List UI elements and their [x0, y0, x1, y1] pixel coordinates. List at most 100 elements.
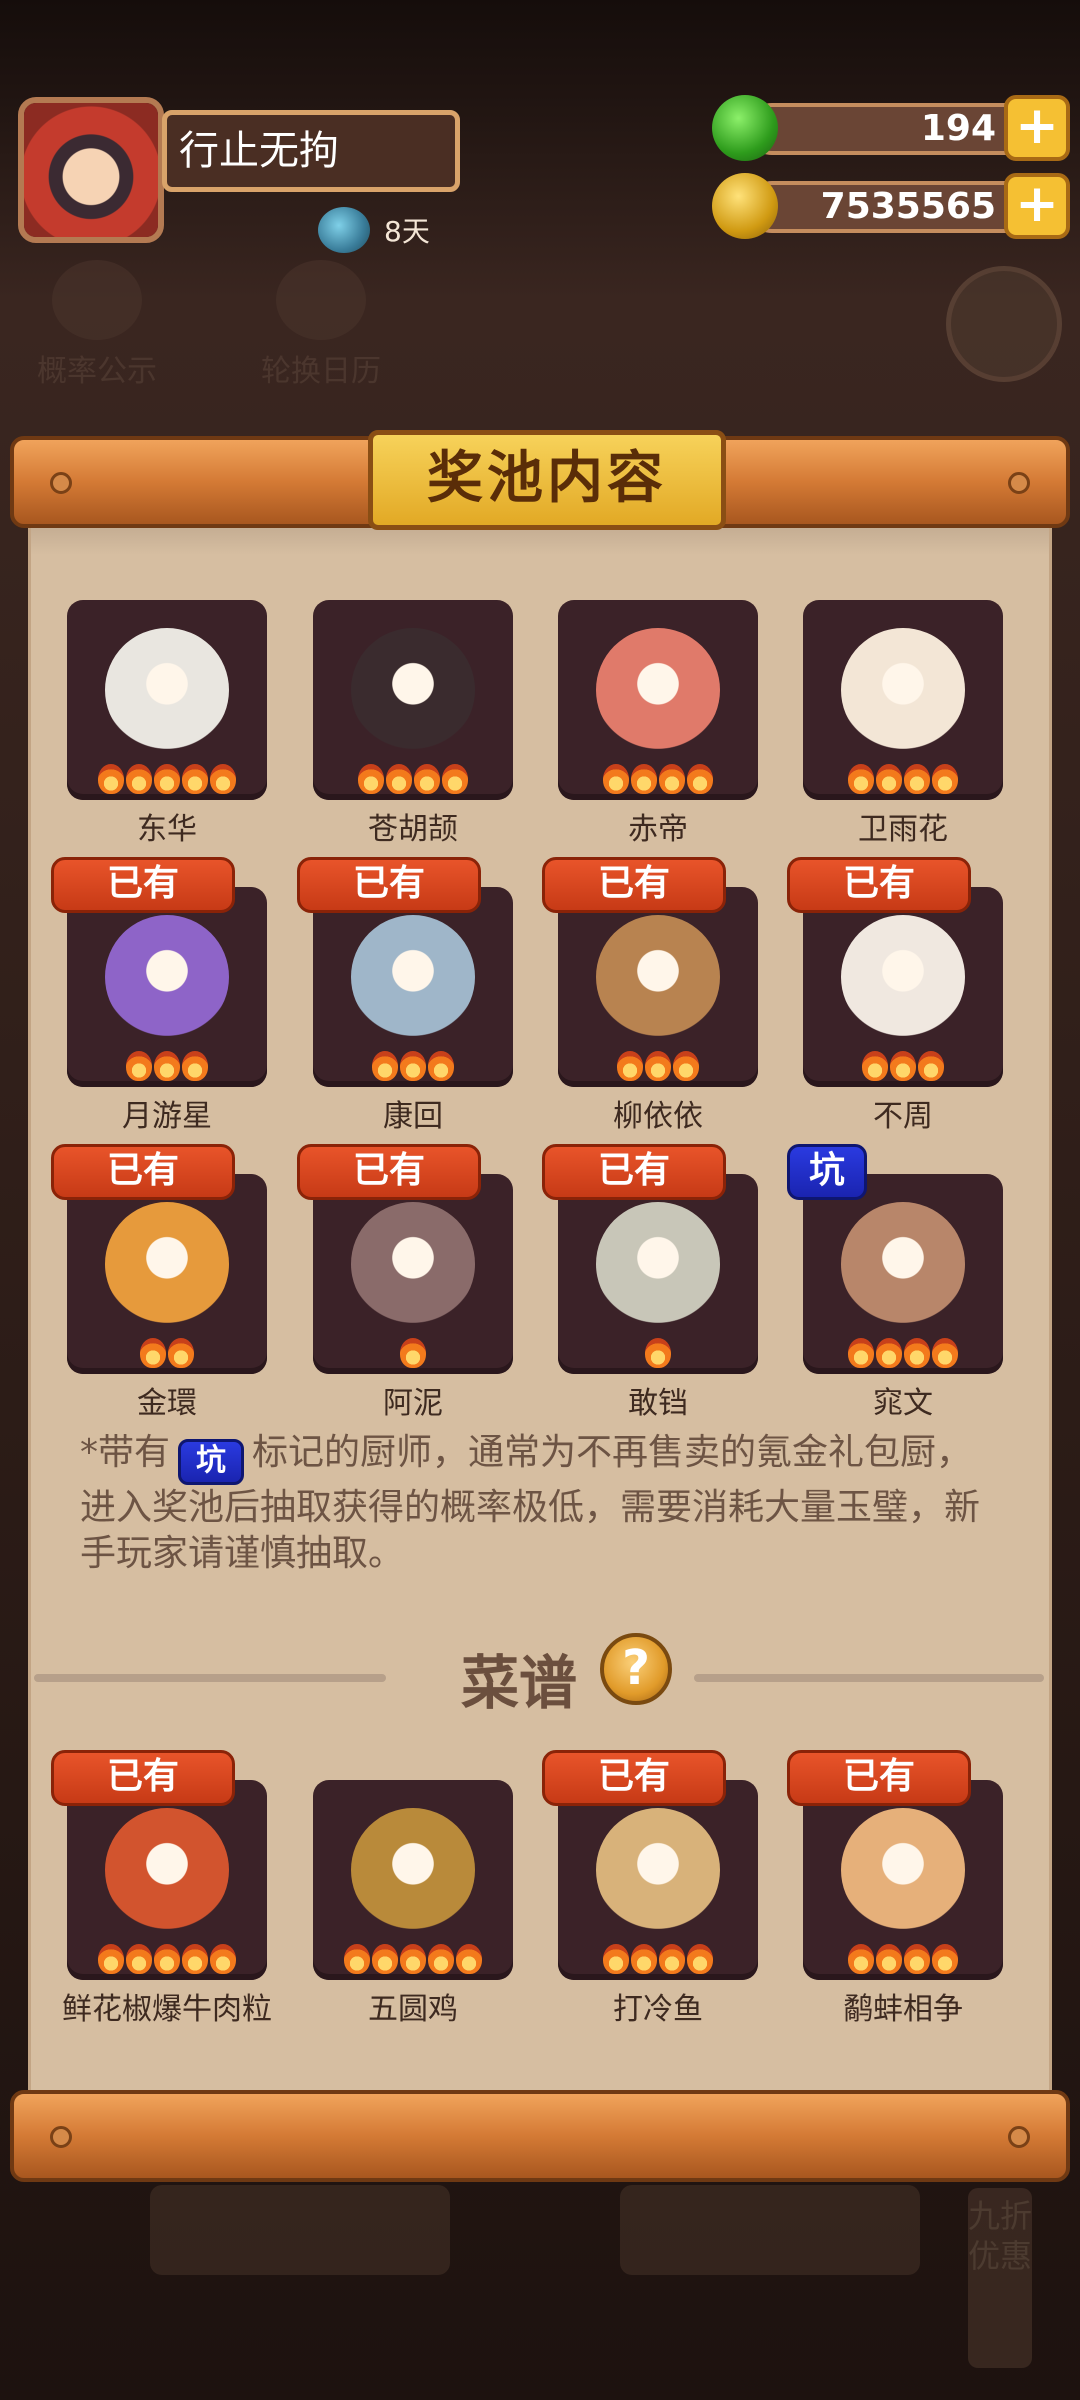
- discount-tab[interactable]: 九折优惠: [968, 2188, 1032, 2368]
- rarity-flames: [313, 764, 513, 794]
- chef-image: [351, 628, 475, 752]
- owned-badge: 已有: [297, 1144, 481, 1200]
- owned-badge: 已有: [51, 857, 235, 913]
- pit-badge: 坑: [787, 1144, 867, 1200]
- chef-image: [105, 915, 229, 1039]
- chef-name: 赤帝: [628, 812, 688, 847]
- recipe-image: [596, 1808, 720, 1932]
- chef-image: [596, 1202, 720, 1326]
- chef-name: 东华: [137, 812, 197, 847]
- jade-amount: 194: [746, 103, 1046, 155]
- calendar-label: 轮换日历: [261, 354, 381, 389]
- probability-button[interactable]: 概率公示: [22, 260, 172, 390]
- chef-name: 阿泥: [383, 1386, 443, 1421]
- chef-portrait: [313, 1174, 513, 1374]
- flame-icon: [168, 1338, 194, 1368]
- help-icon[interactable]: ?: [600, 1633, 672, 1705]
- flame-icon: [182, 1944, 208, 1974]
- recipes-title: 菜谱: [460, 1649, 577, 1717]
- recipe-name: 鲜花椒爆牛肉粒: [62, 1992, 272, 2027]
- flame-icon: [126, 764, 152, 794]
- flame-icon: [904, 764, 930, 794]
- flame-icon: [603, 764, 629, 794]
- gold-coin-icon: [712, 173, 778, 239]
- flame-icon: [862, 1051, 888, 1081]
- chef-name: 金環: [137, 1386, 197, 1421]
- flame-icon: [126, 1944, 152, 1974]
- chef-portrait: [803, 600, 1003, 800]
- single-draw-button[interactable]: [150, 2185, 450, 2275]
- recipe-name: 鹬蚌相争: [843, 1992, 963, 2027]
- chef-name: 卫雨花: [858, 812, 948, 847]
- flame-icon: [400, 1338, 426, 1368]
- chef-image: [105, 1202, 229, 1326]
- flame-icon: [98, 764, 124, 794]
- chef-portrait: [67, 1174, 267, 1374]
- flame-icon: [617, 1051, 643, 1081]
- divider-left: [34, 1674, 386, 1682]
- flame-icon: [456, 1944, 482, 1974]
- rarity-flames: [67, 764, 267, 794]
- chef-portrait: [558, 1174, 758, 1374]
- probability-label: 概率公示: [37, 354, 157, 389]
- flame-icon: [98, 1944, 124, 1974]
- flame-icon: [182, 764, 208, 794]
- jade-icon: [712, 95, 778, 161]
- recipe-portrait: [313, 1780, 513, 1980]
- rarity-flames: [67, 1338, 267, 1368]
- divider-right: [694, 1674, 1044, 1682]
- rarity-flames: [558, 1051, 758, 1081]
- flame-icon: [890, 1051, 916, 1081]
- rarity-flames: [67, 1944, 267, 1974]
- pit-badge-inline: 坑: [178, 1439, 245, 1485]
- owned-badge: 已有: [787, 857, 971, 913]
- flame-icon: [645, 1338, 671, 1368]
- chef-image: [841, 628, 965, 752]
- flame-icon: [631, 764, 657, 794]
- flame-icon: [659, 764, 685, 794]
- rarity-flames: [558, 1944, 758, 1974]
- rarity-flames: [803, 1944, 1003, 1974]
- flame-icon: [126, 1051, 152, 1081]
- recipe-portrait: [558, 1780, 758, 1980]
- rarity-flames: [803, 1051, 1003, 1081]
- flame-icon: [182, 1051, 208, 1081]
- recipe-name: 打冷鱼: [613, 1992, 703, 2027]
- owned-badge: 已有: [297, 857, 481, 913]
- recipe-portrait: [67, 1780, 267, 1980]
- flame-icon: [428, 1051, 454, 1081]
- player-name[interactable]: 行止无拘: [162, 110, 460, 192]
- flame-icon: [904, 1944, 930, 1974]
- dialog-title: 奖池内容: [368, 430, 726, 530]
- flame-icon: [848, 1338, 874, 1368]
- owned-badge: 已有: [542, 1144, 726, 1200]
- add-gold-button[interactable]: +: [1004, 173, 1070, 239]
- recipe-name: 五圆鸡: [368, 1992, 458, 2027]
- flame-icon: [140, 1338, 166, 1368]
- chef-image: [351, 1202, 475, 1326]
- flame-icon: [386, 764, 412, 794]
- rarity-flames: [803, 1338, 1003, 1368]
- flame-icon: [687, 764, 713, 794]
- flame-icon: [848, 764, 874, 794]
- chef-name: 苍胡颉: [368, 812, 458, 847]
- retreat-button[interactable]: [946, 266, 1062, 382]
- flame-icon: [344, 1944, 370, 1974]
- add-jade-button[interactable]: +: [1004, 95, 1070, 161]
- flame-icon: [848, 1944, 874, 1974]
- avatar[interactable]: [18, 97, 164, 243]
- flame-icon: [414, 764, 440, 794]
- days-label: 8天: [384, 215, 430, 248]
- ten-draw-button[interactable]: [620, 2185, 920, 2275]
- owned-badge: 已有: [542, 1750, 726, 1806]
- calendar-button[interactable]: 轮换日历: [246, 260, 396, 390]
- rarity-flames: [313, 1338, 513, 1368]
- flame-icon: [645, 1051, 671, 1081]
- flame-icon: [442, 764, 468, 794]
- rarity-flames: [67, 1051, 267, 1081]
- owned-badge: 已有: [787, 1750, 971, 1806]
- top-bar: 行止无拘 8天 194 + 7535565 +: [0, 75, 1080, 275]
- gold-currency: 7535565 +: [710, 173, 1070, 239]
- flame-icon: [876, 1944, 902, 1974]
- chef-name: 窕文: [873, 1386, 933, 1421]
